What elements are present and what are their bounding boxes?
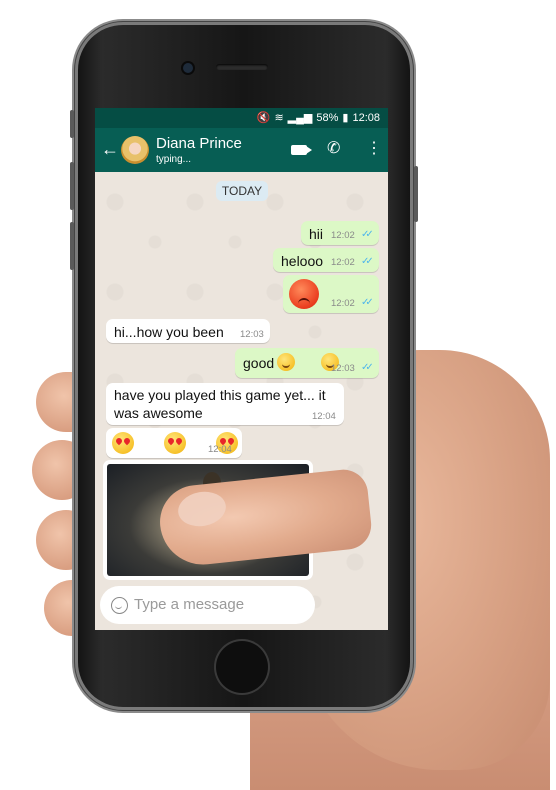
message-text-line2: was awesome	[114, 405, 203, 421]
chat-header: ← Diana Prince typing... ✆ ⋮	[95, 128, 388, 172]
read-ticks-icon: ✓✓	[361, 297, 374, 308]
message-time: 12:02	[331, 257, 355, 268]
angry-face-emoji-icon	[289, 279, 319, 309]
signal-icon: ▂▄▆	[287, 112, 313, 124]
battery-percent: 58%	[316, 111, 339, 124]
wifi-icon: ≋	[274, 112, 284, 124]
read-ticks-icon: ✓✓	[361, 229, 374, 240]
message-time: 12:02	[331, 230, 355, 241]
home-button[interactable]	[216, 641, 268, 693]
message-bubble-incoming[interactable]: have you played this game yet... it was …	[106, 383, 344, 425]
mute-icon: 🔇	[256, 112, 271, 124]
message-bubble-outgoing[interactable]: helooo 12:02 ✓✓	[273, 248, 379, 272]
date-chip: TODAY	[216, 181, 268, 201]
earpiece-speaker	[216, 64, 268, 70]
message-composer[interactable]: Type a message	[100, 586, 315, 624]
battery-icon: ▮	[342, 112, 349, 124]
contact-name[interactable]: Diana Prince	[156, 135, 242, 152]
message-bubble-incoming[interactable]: hi...how you been 12:03	[106, 319, 270, 343]
read-ticks-icon: ✓✓	[361, 256, 374, 267]
message-input[interactable]: Type a message	[134, 596, 244, 613]
back-arrow-icon[interactable]: ←	[101, 140, 119, 158]
message-time: 12:03	[331, 363, 355, 374]
volume-up-button	[70, 162, 74, 210]
message-text: hi...how you been	[114, 324, 224, 340]
mute-switch	[70, 110, 74, 138]
message-text-line1: have you played this game yet... it	[114, 387, 326, 403]
heart-eyes-emoji-icon	[112, 432, 134, 454]
message-text: good	[243, 355, 275, 371]
clock: 12:08	[352, 111, 380, 124]
emoji-picker-icon[interactable]	[111, 597, 128, 614]
message-time: 12:03	[240, 329, 264, 340]
read-ticks-icon: ✓✓	[361, 362, 374, 373]
phone-call-icon[interactable]: ✆	[327, 140, 340, 158]
message-time: 12:04	[208, 444, 232, 455]
heart-eyes-emoji-icon	[163, 432, 186, 454]
power-button	[414, 166, 418, 222]
message-text: hii	[309, 226, 324, 242]
contact-status: typing...	[156, 154, 192, 165]
volume-down-button	[70, 222, 74, 270]
front-camera	[183, 63, 193, 73]
message-text: helooo	[281, 253, 324, 269]
status-bar: 🔇 ≋ ▂▄▆ 58% ▮ 12:08	[95, 108, 388, 128]
message-bubble-outgoing[interactable]: good 12:03 ✓✓	[235, 348, 379, 378]
message-time: 12:04	[312, 411, 336, 422]
menu-icon[interactable]: ⋮	[366, 140, 382, 158]
video-call-icon[interactable]	[291, 145, 307, 155]
message-bubble-outgoing[interactable]: hii 12:02 ✓✓	[301, 221, 379, 245]
message-time: 12:02	[331, 298, 355, 309]
message-bubble-outgoing[interactable]: 12:02 ✓✓	[283, 275, 379, 313]
smiley-emoji-icon	[277, 353, 295, 372]
message-bubble-incoming[interactable]: 12:04	[106, 428, 242, 458]
avatar[interactable]	[121, 136, 149, 164]
